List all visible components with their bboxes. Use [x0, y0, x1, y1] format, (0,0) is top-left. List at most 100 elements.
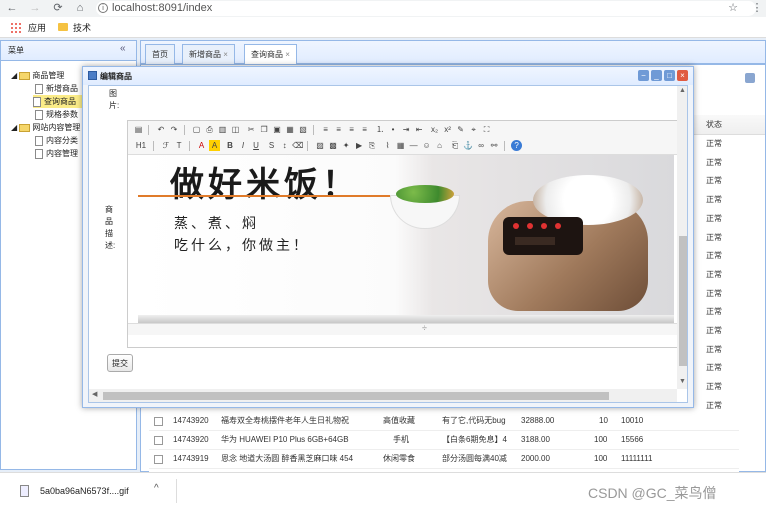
- scroll-down-icon[interactable]: ▼: [679, 378, 686, 385]
- vertical-scrollbar[interactable]: ▲ ▼: [677, 86, 687, 389]
- minimize-icon[interactable]: _: [651, 70, 662, 81]
- collapse-icon[interactable]: −: [638, 70, 649, 81]
- map-icon[interactable]: ⌂: [434, 140, 445, 151]
- tab-home[interactable]: 首页: [145, 44, 175, 64]
- download-filename[interactable]: 5a0ba96aN6573f....gif: [40, 486, 129, 496]
- paste-word-icon[interactable]: ▧: [298, 124, 309, 135]
- align-center-icon[interactable]: ≡: [333, 124, 344, 135]
- indent-icon[interactable]: ⇥: [401, 124, 412, 135]
- collapse-icon[interactable]: [745, 73, 755, 83]
- maximize-icon[interactable]: □: [664, 70, 675, 81]
- superscript-icon[interactable]: x²: [442, 124, 453, 135]
- fullscreen-icon[interactable]: ⛶: [481, 124, 492, 135]
- table-row[interactable]: 14743920 福寿双全寿桃摆件老年人生日礼物祝 高值收藏 有了它,代码无bu…: [149, 412, 739, 431]
- scroll-left-icon[interactable]: ◀: [92, 390, 97, 398]
- template-icon[interactable]: ▥: [217, 124, 228, 135]
- copy-icon[interactable]: ❐: [259, 124, 270, 135]
- scroll-thumb[interactable]: [679, 236, 687, 366]
- line-height-icon[interactable]: ↕: [279, 140, 290, 151]
- url-text[interactable]: localhost:8091/index: [112, 0, 212, 17]
- link-icon[interactable]: ∞: [476, 140, 487, 151]
- bullet-list-icon[interactable]: •: [388, 124, 399, 135]
- close-icon[interactable]: ×: [677, 70, 688, 81]
- redo-icon[interactable]: ↷: [169, 124, 180, 135]
- cut-icon[interactable]: ✂: [246, 124, 257, 135]
- image-icon[interactable]: ▨: [315, 140, 326, 151]
- close-icon[interactable]: ×: [285, 50, 290, 59]
- outdent-icon[interactable]: ⇤: [414, 124, 425, 135]
- align-right-icon[interactable]: ≡: [346, 124, 357, 135]
- highlight-icon[interactable]: A: [209, 140, 221, 152]
- horizontal-scrollbar[interactable]: ◀: [89, 389, 677, 402]
- submit-button[interactable]: 提交: [107, 354, 133, 372]
- apps-icon[interactable]: [10, 22, 21, 33]
- indicator-light: [527, 223, 533, 229]
- chevron-up-icon[interactable]: ^: [154, 483, 159, 494]
- scroll-up-icon[interactable]: ▲: [679, 87, 686, 94]
- pagebreak-icon[interactable]: ⎗: [450, 140, 461, 151]
- back-icon[interactable]: ←: [5, 0, 19, 17]
- select-all-icon[interactable]: ⌖: [468, 124, 479, 135]
- clear-format-icon[interactable]: ✎: [455, 124, 466, 135]
- tab-add-product[interactable]: 新增商品 ×: [182, 44, 235, 64]
- tree-item-add-product[interactable]: 新增商品: [35, 82, 78, 95]
- align-left-icon[interactable]: ≡: [320, 124, 331, 135]
- info-icon[interactable]: i: [98, 3, 108, 13]
- row-checkbox[interactable]: [154, 436, 163, 445]
- scroll-thumb[interactable]: [103, 392, 609, 400]
- undo-icon[interactable]: ↶: [156, 124, 167, 135]
- font-color-button[interactable]: A: [196, 140, 207, 151]
- justify-icon[interactable]: ≡: [359, 124, 370, 135]
- font-size-icon[interactable]: T: [174, 140, 185, 151]
- print-icon[interactable]: ⎙: [204, 124, 215, 135]
- multi-image-icon[interactable]: ▩: [328, 140, 339, 151]
- emoticon-icon[interactable]: ☺: [421, 140, 432, 151]
- menu-icon[interactable]: ⋮: [750, 0, 764, 17]
- insert-file-icon[interactable]: ⎘: [367, 140, 378, 151]
- forward-icon[interactable]: →: [28, 0, 42, 17]
- row-checkbox[interactable]: [154, 455, 163, 464]
- preview-icon[interactable]: ▢: [191, 124, 202, 135]
- eraser-icon[interactable]: ⌫: [292, 140, 303, 151]
- tree-item-query-product[interactable]: 查询商品: [33, 95, 83, 108]
- anchor-icon[interactable]: ⚓: [463, 140, 474, 151]
- heading-button[interactable]: H1: [133, 140, 149, 151]
- hr-icon[interactable]: ―: [408, 140, 419, 151]
- source-icon[interactable]: ▤: [133, 124, 144, 135]
- close-icon[interactable]: ×: [223, 50, 228, 59]
- bold-button[interactable]: B: [225, 140, 236, 151]
- edit-product-dialog: 编辑商品 − _ □ × 图片: 商 品 描 述: ▤ ↶ ↷ ▢ ⎙ ▥ ◫ ✂ ❐ ▣ ▦…: [82, 66, 694, 408]
- table-row[interactable]: 14743920 华为 HUAWEI P10 Plus 6GB+64GB 手机 …: [149, 431, 739, 450]
- font-family-icon[interactable]: ℱ: [161, 140, 172, 151]
- bookmark-apps[interactable]: 应用: [28, 19, 46, 37]
- tree-item-content-category[interactable]: 内容分类: [35, 134, 78, 147]
- table-icon[interactable]: ▦: [395, 140, 406, 151]
- strikethrough-icon[interactable]: S: [266, 140, 277, 151]
- table-row[interactable]: 14743919 恩念 地道大汤圆 醉香黑芝麻口味 454 休闲零食 部分汤圆每…: [149, 450, 739, 469]
- rich-text-editor[interactable]: ▤ ↶ ↷ ▢ ⎙ ▥ ◫ ✂ ❐ ▣ ▦ ▧ ≡ ≡ ≡ ≡ ⒈ • ⇥ ⇤ x₂ x² ✎ ⌖ ⛶ H1 ℱT …: [127, 120, 680, 348]
- code-icon[interactable]: ◫: [230, 124, 241, 135]
- paste-text-icon[interactable]: ▦: [285, 124, 296, 135]
- tab-query-product[interactable]: 查询商品 ×: [244, 44, 297, 64]
- ordered-list-icon[interactable]: ⒈: [375, 124, 386, 135]
- bookmark-tech[interactable]: 技术: [73, 19, 91, 37]
- collapse-icon[interactable]: «: [120, 43, 126, 54]
- italic-button[interactable]: I: [238, 140, 249, 151]
- underline-button[interactable]: U: [251, 140, 262, 151]
- tree-item-product[interactable]: ◢ 商品管理: [11, 69, 64, 82]
- attach-icon[interactable]: ⌇: [382, 140, 393, 151]
- home-icon[interactable]: ⌂: [73, 0, 87, 17]
- tree-item-content-manage[interactable]: 内容管理: [35, 147, 78, 160]
- reload-icon[interactable]: ⟳: [51, 0, 65, 17]
- row-checkbox[interactable]: [154, 417, 163, 426]
- flash-icon[interactable]: ✦: [341, 140, 352, 151]
- subscript-icon[interactable]: x₂: [429, 124, 440, 135]
- star-icon[interactable]: ☆: [726, 0, 740, 17]
- resize-handle-icon[interactable]: ÷: [422, 323, 427, 333]
- help-icon[interactable]: ?: [511, 140, 523, 152]
- unlink-icon[interactable]: ⚯: [489, 140, 500, 151]
- tree-item-spec-params[interactable]: 规格参数: [35, 108, 78, 121]
- tree-item-site-content[interactable]: ◢ 网站内容管理: [11, 121, 80, 134]
- media-icon[interactable]: ▶: [354, 140, 365, 151]
- paste-icon[interactable]: ▣: [272, 124, 283, 135]
